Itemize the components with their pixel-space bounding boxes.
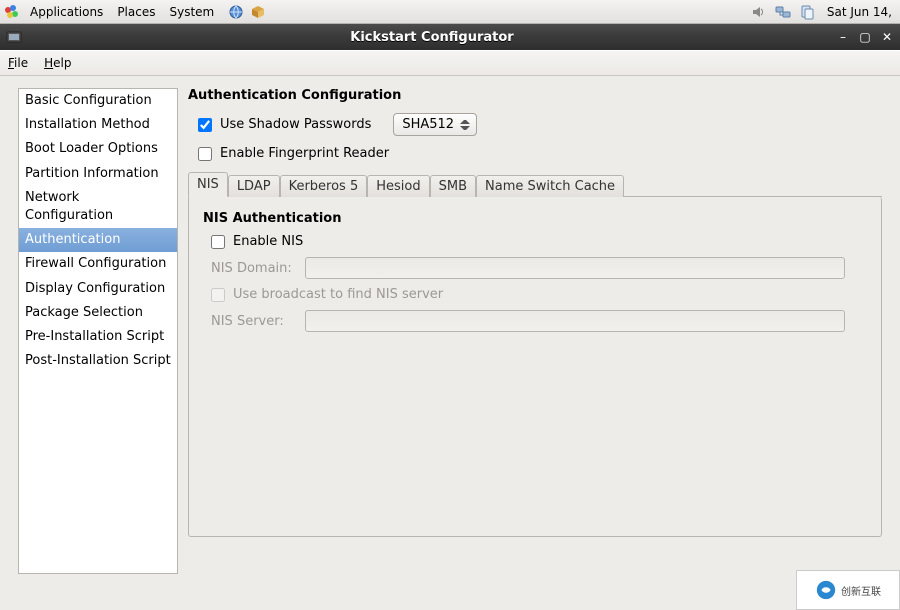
panel-menu-applications[interactable]: Applications (26, 3, 107, 21)
nis-domain-label: NIS Domain: (211, 261, 297, 276)
clipboard-icon[interactable] (799, 4, 815, 20)
sidebar-item-partition-information[interactable]: Partition Information (19, 162, 177, 186)
nis-server-input[interactable] (305, 310, 845, 332)
sidebar-item-network-configuration[interactable]: Network Configuration (19, 186, 177, 228)
fingerprint-checkbox[interactable] (198, 147, 212, 161)
sidebar-item-pre-installation-script[interactable]: Pre-Installation Script (19, 325, 177, 349)
sidebar-item-package-selection[interactable]: Package Selection (19, 301, 177, 325)
fingerprint-label: Enable Fingerprint Reader (220, 146, 389, 161)
watermark: 创新互联 (796, 570, 900, 610)
sidebar-item-authentication[interactable]: Authentication (19, 228, 177, 252)
watermark-text: 创新互联 (841, 583, 881, 598)
panel-clock[interactable]: Sat Jun 14, (823, 5, 896, 19)
enable-nis-checkbox[interactable] (211, 235, 225, 249)
minimize-button[interactable]: – (836, 30, 850, 44)
nis-server-label: NIS Server: (211, 314, 297, 329)
sidebar-item-display-configuration[interactable]: Display Configuration (19, 277, 177, 301)
watermark-logo-icon (815, 579, 837, 601)
tab-kerberos5[interactable]: Kerberos 5 (280, 175, 368, 197)
nis-broadcast-label: Use broadcast to find NIS server (233, 287, 443, 302)
hash-algorithm-select[interactable]: SHA512 (393, 113, 477, 136)
network-icon[interactable] (775, 4, 791, 20)
main-pane: Authentication Configuration Use Shadow … (188, 88, 882, 592)
dropdown-spinner-icon (460, 118, 470, 132)
sidebar-item-basic-configuration[interactable]: Basic Configuration (19, 89, 177, 113)
browser-icon[interactable] (228, 4, 244, 20)
nis-domain-input[interactable] (305, 257, 845, 279)
volume-icon[interactable] (751, 4, 767, 20)
tab-name-switch-cache[interactable]: Name Switch Cache (476, 175, 624, 197)
app-icon (6, 29, 22, 45)
tab-nis[interactable]: NIS (188, 172, 228, 197)
auth-tabs: NIS LDAP Kerberos 5 Hesiod SMB Name Swit… (188, 171, 882, 197)
close-button[interactable]: ✕ (880, 30, 894, 44)
window-title: Kickstart Configurator (28, 30, 836, 45)
menubar: File Help (0, 50, 900, 76)
hash-algorithm-value: SHA512 (402, 117, 454, 132)
nis-broadcast-checkbox (211, 288, 225, 302)
tab-ldap[interactable]: LDAP (228, 175, 280, 197)
package-icon[interactable] (250, 4, 266, 20)
tab-hesiod[interactable]: Hesiod (367, 175, 429, 197)
nis-title: NIS Authentication (203, 211, 867, 226)
maximize-button[interactable]: ▢ (858, 30, 872, 44)
window-titlebar: Kickstart Configurator – ▢ ✕ (0, 24, 900, 50)
sidebar: Basic Configuration Installation Method … (18, 88, 178, 574)
sidebar-item-boot-loader-options[interactable]: Boot Loader Options (19, 137, 177, 161)
content-area: Basic Configuration Installation Method … (0, 76, 900, 610)
panel-menu-places[interactable]: Places (113, 3, 159, 21)
gnome-top-panel: Applications Places System Sat Jun 14, (0, 0, 900, 24)
use-shadow-checkbox[interactable] (198, 118, 212, 132)
menu-file[interactable]: File (6, 54, 30, 72)
distro-icon (4, 4, 20, 20)
sidebar-item-installation-method[interactable]: Installation Method (19, 113, 177, 137)
sidebar-item-firewall-configuration[interactable]: Firewall Configuration (19, 252, 177, 276)
menu-help[interactable]: Help (42, 54, 73, 72)
panel-menu-system[interactable]: System (165, 3, 218, 21)
tab-pane-nis: NIS Authentication Enable NIS NIS Domain… (188, 197, 882, 537)
use-shadow-label: Use Shadow Passwords (220, 117, 371, 132)
enable-nis-label: Enable NIS (233, 234, 303, 249)
tab-smb[interactable]: SMB (430, 175, 476, 197)
sidebar-item-post-installation-script[interactable]: Post-Installation Script (19, 349, 177, 373)
page-title: Authentication Configuration (188, 88, 882, 103)
